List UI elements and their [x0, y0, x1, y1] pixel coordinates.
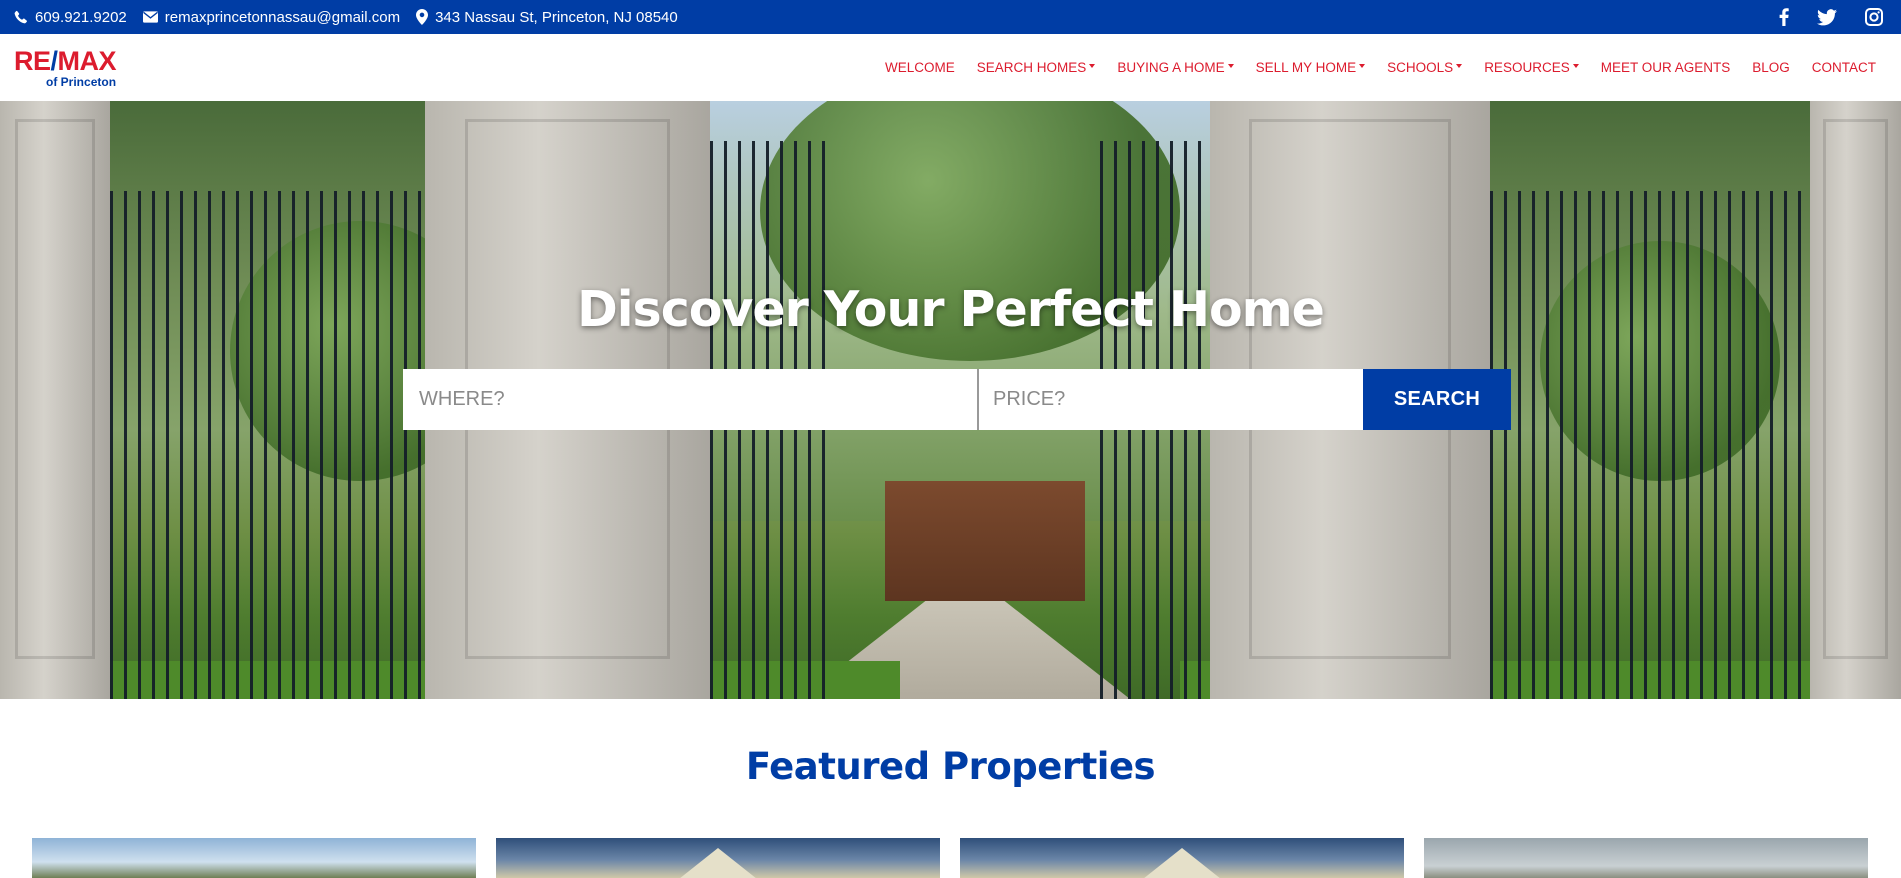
- nav-item-label: SEARCH HOMES: [976, 60, 1087, 75]
- caret-down-icon: [1227, 64, 1234, 68]
- nav-item-label: WELCOME: [885, 60, 955, 75]
- main-navigation: WELCOME SEARCH HOMES BUYING A HOME SELL MY …: [863, 60, 1901, 75]
- hero-pillar: [1810, 101, 1901, 699]
- instagram-icon[interactable]: [1865, 8, 1883, 26]
- nav-item-resources[interactable]: RESOURCES: [1484, 60, 1579, 75]
- top-contact-bar: 609.921.9202 remaxprincetonnassau@gmail.…: [0, 0, 1901, 34]
- twitter-icon[interactable]: [1817, 8, 1837, 26]
- nav-item-label: MEET OUR AGENTS: [1600, 60, 1731, 75]
- envelope-icon: [142, 11, 158, 23]
- nav-item-welcome[interactable]: WELCOME: [885, 60, 955, 75]
- caret-down-icon: [1089, 64, 1096, 68]
- address-link[interactable]: 343 Nassau St, Princeton, NJ 08540: [416, 9, 678, 26]
- property-photo-roof: [1106, 848, 1258, 878]
- nav-item-blog[interactable]: BLOG: [1752, 60, 1790, 75]
- logo-subtitle: of Princeton: [46, 74, 117, 89]
- hero-title: Discover Your Perfect Home: [577, 281, 1325, 338]
- where-field-wrapper: [403, 369, 979, 430]
- nav-item-label: SCHOOLS: [1387, 60, 1454, 75]
- property-card[interactable]: [1424, 838, 1868, 878]
- social-links: [1779, 8, 1887, 26]
- home-search-form: SEARCH: [403, 369, 1511, 430]
- nav-item-buying-a-home[interactable]: BUYING A HOME: [1117, 60, 1234, 75]
- nav-item-meet-our-agents[interactable]: MEET OUR AGENTS: [1601, 60, 1731, 75]
- phone-number: 609.921.9202: [35, 8, 127, 26]
- address-text: 343 Nassau St, Princeton, NJ 08540: [435, 8, 678, 26]
- where-input[interactable]: [419, 388, 977, 411]
- price-input[interactable]: [993, 388, 1363, 411]
- search-button[interactable]: SEARCH: [1363, 369, 1511, 430]
- hero-building: [885, 481, 1085, 601]
- nav-item-label: RESOURCES: [1484, 60, 1570, 75]
- nav-item-search-homes[interactable]: SEARCH HOMES: [977, 60, 1096, 75]
- hero-banner: Discover Your Perfect Home SEARCH: [0, 101, 1901, 699]
- nav-item-label: BUYING A HOME: [1117, 60, 1225, 75]
- property-card[interactable]: [32, 838, 476, 878]
- nav-item-label: BLOG: [1752, 60, 1790, 75]
- remax-logo[interactable]: RE/MAX of Princeton: [14, 45, 117, 89]
- main-header: RE/MAX of Princeton WELCOME SEARCH HOMES B…: [0, 34, 1901, 101]
- property-card[interactable]: [496, 838, 940, 878]
- nav-item-schools[interactable]: SCHOOLS: [1387, 60, 1463, 75]
- nav-item-label: SELL MY HOME: [1255, 60, 1357, 75]
- nav-item-contact[interactable]: CONTACT: [1812, 60, 1876, 75]
- featured-properties-heading: Featured Properties: [745, 745, 1156, 788]
- featured-properties-list: [32, 838, 1868, 878]
- caret-down-icon: [1359, 64, 1366, 68]
- nav-item-sell-my-home[interactable]: SELL MY HOME: [1256, 60, 1366, 75]
- caret-down-icon: [1456, 64, 1463, 68]
- phone-icon: [14, 10, 27, 24]
- nav-item-label: CONTACT: [1811, 60, 1876, 75]
- property-photo-roof: [642, 848, 794, 878]
- property-card[interactable]: [960, 838, 1404, 878]
- facebook-icon[interactable]: [1779, 8, 1789, 26]
- logo-wordmark: RE/MAX: [14, 45, 117, 76]
- price-field-wrapper: [979, 369, 1363, 430]
- map-pin-icon: [416, 9, 429, 25]
- email-address: remaxprincetonnassau@gmail.com: [164, 8, 401, 26]
- hero-iron-gate: [1490, 191, 1810, 699]
- caret-down-icon: [1572, 64, 1579, 68]
- phone-link[interactable]: 609.921.9202: [14, 9, 127, 26]
- email-link[interactable]: remaxprincetonnassau@gmail.com: [142, 8, 401, 26]
- hero-iron-gate: [110, 191, 425, 699]
- hero-pillar: [0, 101, 110, 699]
